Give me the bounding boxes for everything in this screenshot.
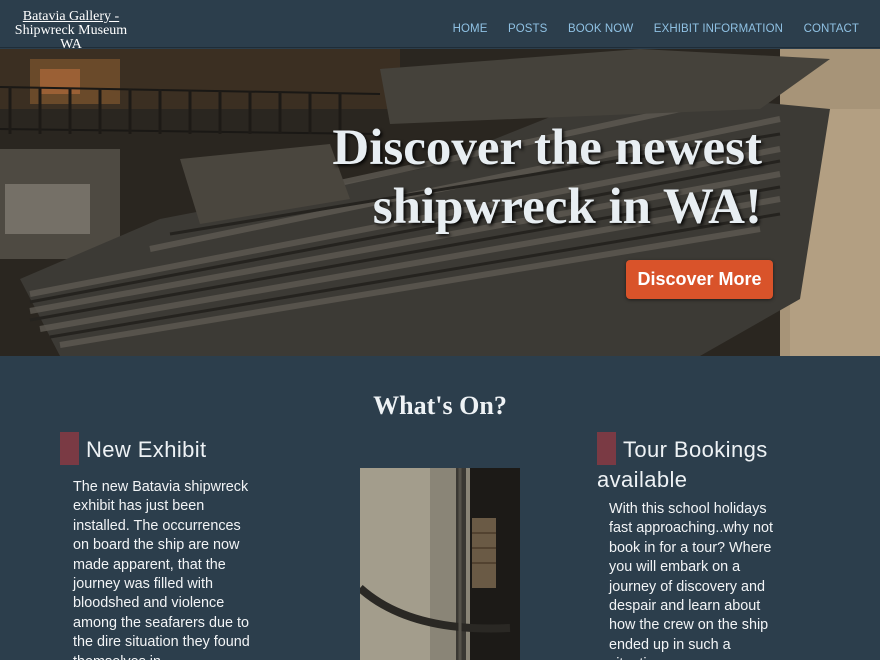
main-nav: HOME POSTS BOOK NOW EXHIBIT INFORMATION … — [432, 23, 859, 35]
nav-contact[interactable]: CONTACT — [804, 23, 859, 35]
new-exhibit-title-text: New Exhibit — [86, 437, 207, 462]
brand-line-2[interactable]: Shipwreck Museum WA — [8, 24, 134, 52]
hero-banner: Discover the newest shipwreck in WA! Dis… — [0, 49, 880, 356]
tour-bookings-text: With this school holidays fast approachi… — [609, 501, 773, 660]
nav-posts[interactable]: POSTS — [508, 23, 547, 35]
title-marker — [597, 431, 616, 465]
brand-line-1[interactable]: Batavia Gallery - — [8, 10, 134, 24]
hero-title: Discover the newest shipwreck in WA! — [242, 119, 762, 237]
anchor-photo — [360, 468, 520, 660]
site-brand[interactable]: Batavia Gallery - Shipwreck Museum WA — [8, 10, 134, 52]
anchor-photo-image — [360, 468, 520, 660]
tour-bookings-title-line-2: available — [597, 466, 688, 492]
new-exhibit-text: The new Batavia shipwreck exhibit has ju… — [73, 479, 250, 660]
tour-bookings-title-line-1: Tour Bookings — [623, 437, 768, 462]
nav-home[interactable]: HOME — [453, 23, 488, 35]
whats-on-heading: What's On? — [373, 391, 507, 420]
tour-bookings-title: Tour Bookings available — [597, 431, 797, 494]
discover-more-button[interactable]: Discover More — [626, 260, 773, 299]
site-header: Batavia Gallery - Shipwreck Museum WA HO… — [0, 0, 880, 52]
hero-title-line-1: Discover the newest — [332, 120, 762, 176]
nav-exhibit-information[interactable]: EXHIBIT INFORMATION — [654, 23, 783, 35]
hero-title-line-2: shipwreck in WA! — [372, 179, 762, 235]
new-exhibit-title: New Exhibit — [60, 431, 207, 465]
nav-book-now[interactable]: BOOK NOW — [568, 23, 633, 35]
title-marker — [60, 431, 79, 465]
